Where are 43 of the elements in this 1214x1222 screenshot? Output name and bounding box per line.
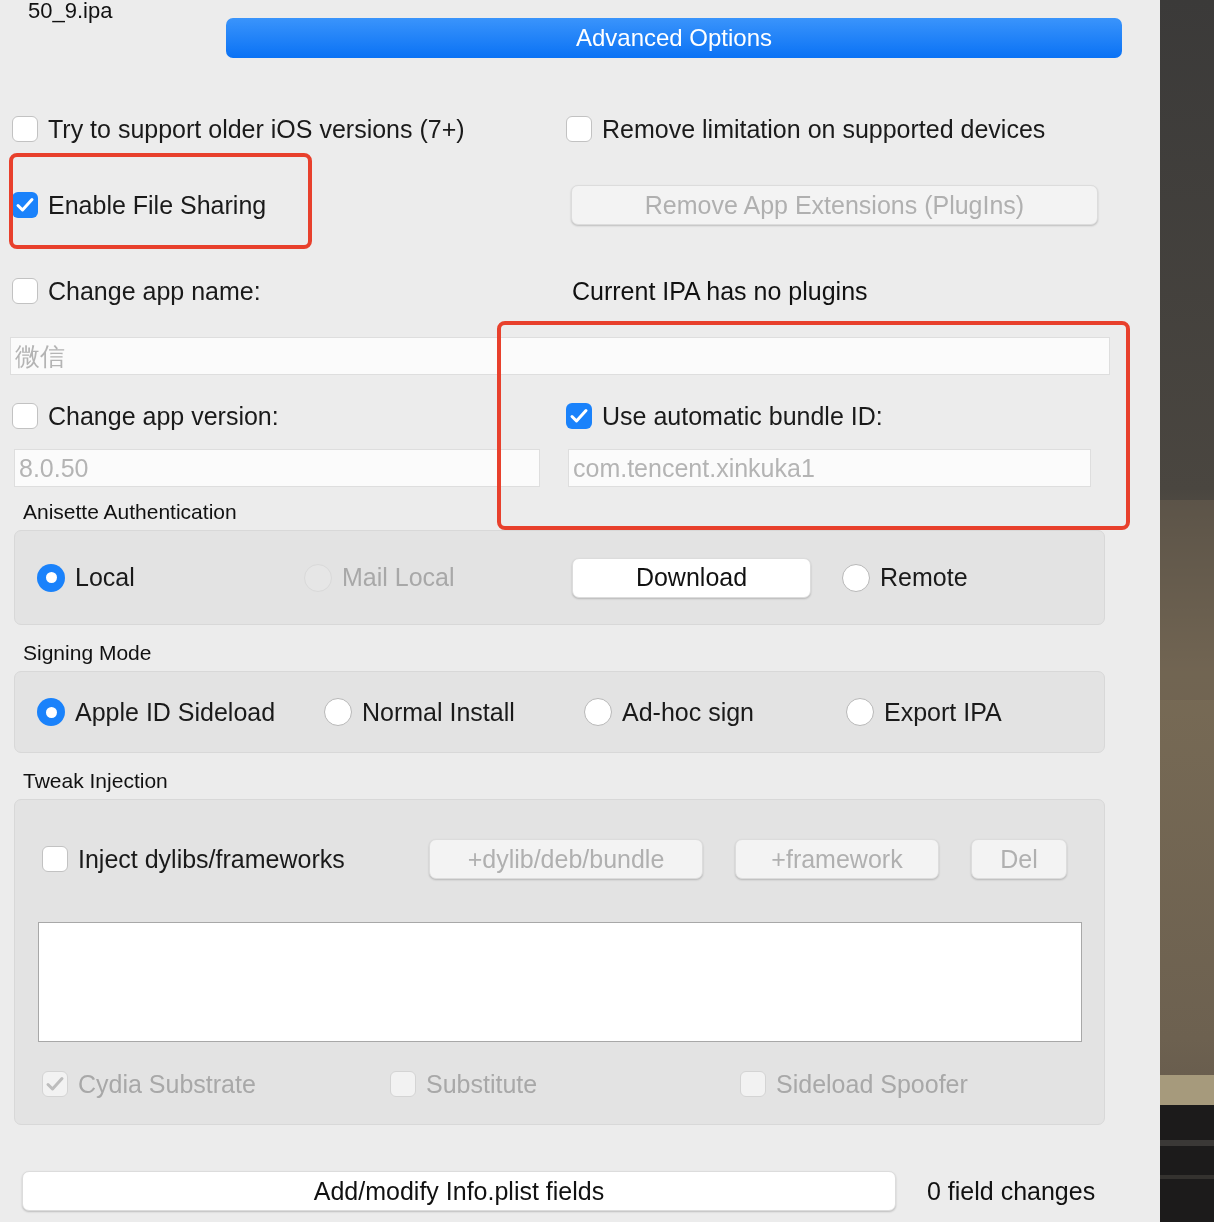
radio-label: Export IPA bbox=[884, 697, 1002, 727]
radio-label: Remote bbox=[880, 563, 968, 592]
checkbox-label: Sideload Spoofer bbox=[776, 1069, 968, 1099]
checkbox[interactable] bbox=[12, 192, 38, 218]
checkbox[interactable] bbox=[42, 846, 68, 872]
checkbox-label: Cydia Substrate bbox=[78, 1069, 256, 1099]
checkbox[interactable] bbox=[12, 278, 38, 304]
checkbox-label: Change app version: bbox=[48, 401, 279, 431]
checkbox-label: Change app name: bbox=[48, 276, 261, 306]
radio-label: Ad-hoc sign bbox=[622, 697, 755, 727]
file-name: 50_9.ipa bbox=[28, 0, 113, 22]
plist-fields-button[interactable]: Add/modify Info.plist fields bbox=[22, 1171, 896, 1211]
checkbox-label: Use automatic bundle ID: bbox=[602, 401, 883, 431]
checkbox-label: Remove limitation on supported devices bbox=[602, 114, 1046, 144]
checkbox-label: Substitute bbox=[426, 1069, 538, 1099]
radio-button[interactable] bbox=[324, 698, 352, 726]
radio-label: Local bbox=[75, 563, 135, 592]
checkbox-label: Try to support older iOS versions (7+) bbox=[48, 114, 465, 144]
checkbox[interactable] bbox=[12, 116, 38, 142]
radio-label: Mail Local bbox=[342, 563, 455, 592]
plugins-note: Current IPA has no plugins bbox=[572, 276, 868, 306]
section-title: Anisette Authentication bbox=[23, 500, 238, 524]
list-box[interactable] bbox=[38, 922, 1082, 1042]
checkbox-label: Inject dylibs/frameworks bbox=[78, 844, 345, 874]
radio-button[interactable] bbox=[842, 563, 870, 592]
section-title: Signing Mode bbox=[23, 641, 153, 665]
download-button[interactable]: Download bbox=[572, 557, 811, 598]
section-title: Tweak Injection bbox=[23, 769, 169, 793]
checkbox[interactable] bbox=[566, 403, 592, 429]
check-icon bbox=[569, 406, 589, 426]
radio-label: Apple ID Sideload bbox=[75, 697, 276, 727]
checkbox[interactable] bbox=[12, 403, 38, 429]
advanced-options-button[interactable]: Advanced Options bbox=[226, 18, 1122, 58]
checkbox-label: Enable File Sharing bbox=[48, 190, 267, 220]
check-icon bbox=[45, 1074, 65, 1094]
radio-button[interactable] bbox=[37, 698, 65, 726]
field-changes-count: 0 field changes bbox=[927, 1176, 1096, 1206]
radio-button[interactable] bbox=[584, 698, 612, 726]
radio-button[interactable] bbox=[846, 698, 874, 726]
radio-button[interactable] bbox=[37, 563, 65, 592]
check-icon bbox=[15, 195, 35, 215]
checkbox[interactable] bbox=[566, 116, 592, 142]
radio-label: Normal Install bbox=[362, 697, 515, 727]
